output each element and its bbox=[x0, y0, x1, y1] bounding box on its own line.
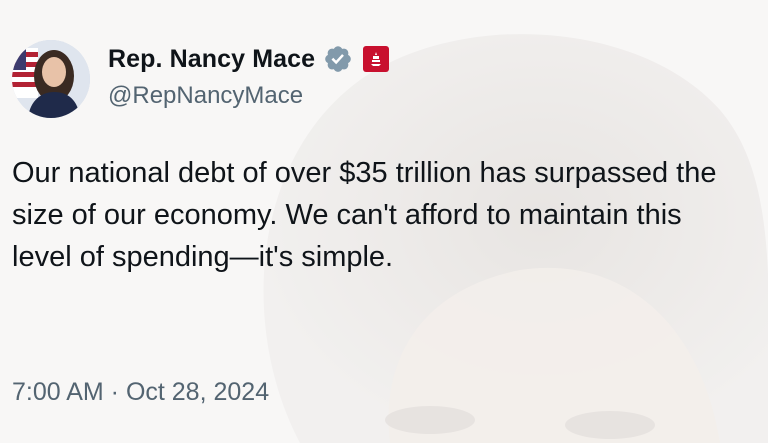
author-display-name[interactable]: Rep. Nancy Mace bbox=[108, 45, 315, 74]
us-house-seal-icon[interactable] bbox=[363, 46, 390, 72]
author-handle[interactable]: @RepNancyMace bbox=[108, 82, 303, 110]
tweet-timestamp[interactable]: 7:00 AM · Oct 28, 2024 bbox=[12, 378, 269, 407]
avatar[interactable] bbox=[12, 40, 90, 118]
verified-badge-icon[interactable] bbox=[323, 44, 353, 74]
tweet-card: Rep. Nancy Mace @RepNancyMace Our nation… bbox=[0, 0, 768, 443]
tweet-text: Our national debt of over $35 trillion h… bbox=[12, 157, 717, 273]
avatar-image bbox=[12, 40, 90, 118]
author-name-row: Rep. Nancy Mace bbox=[108, 42, 390, 76]
